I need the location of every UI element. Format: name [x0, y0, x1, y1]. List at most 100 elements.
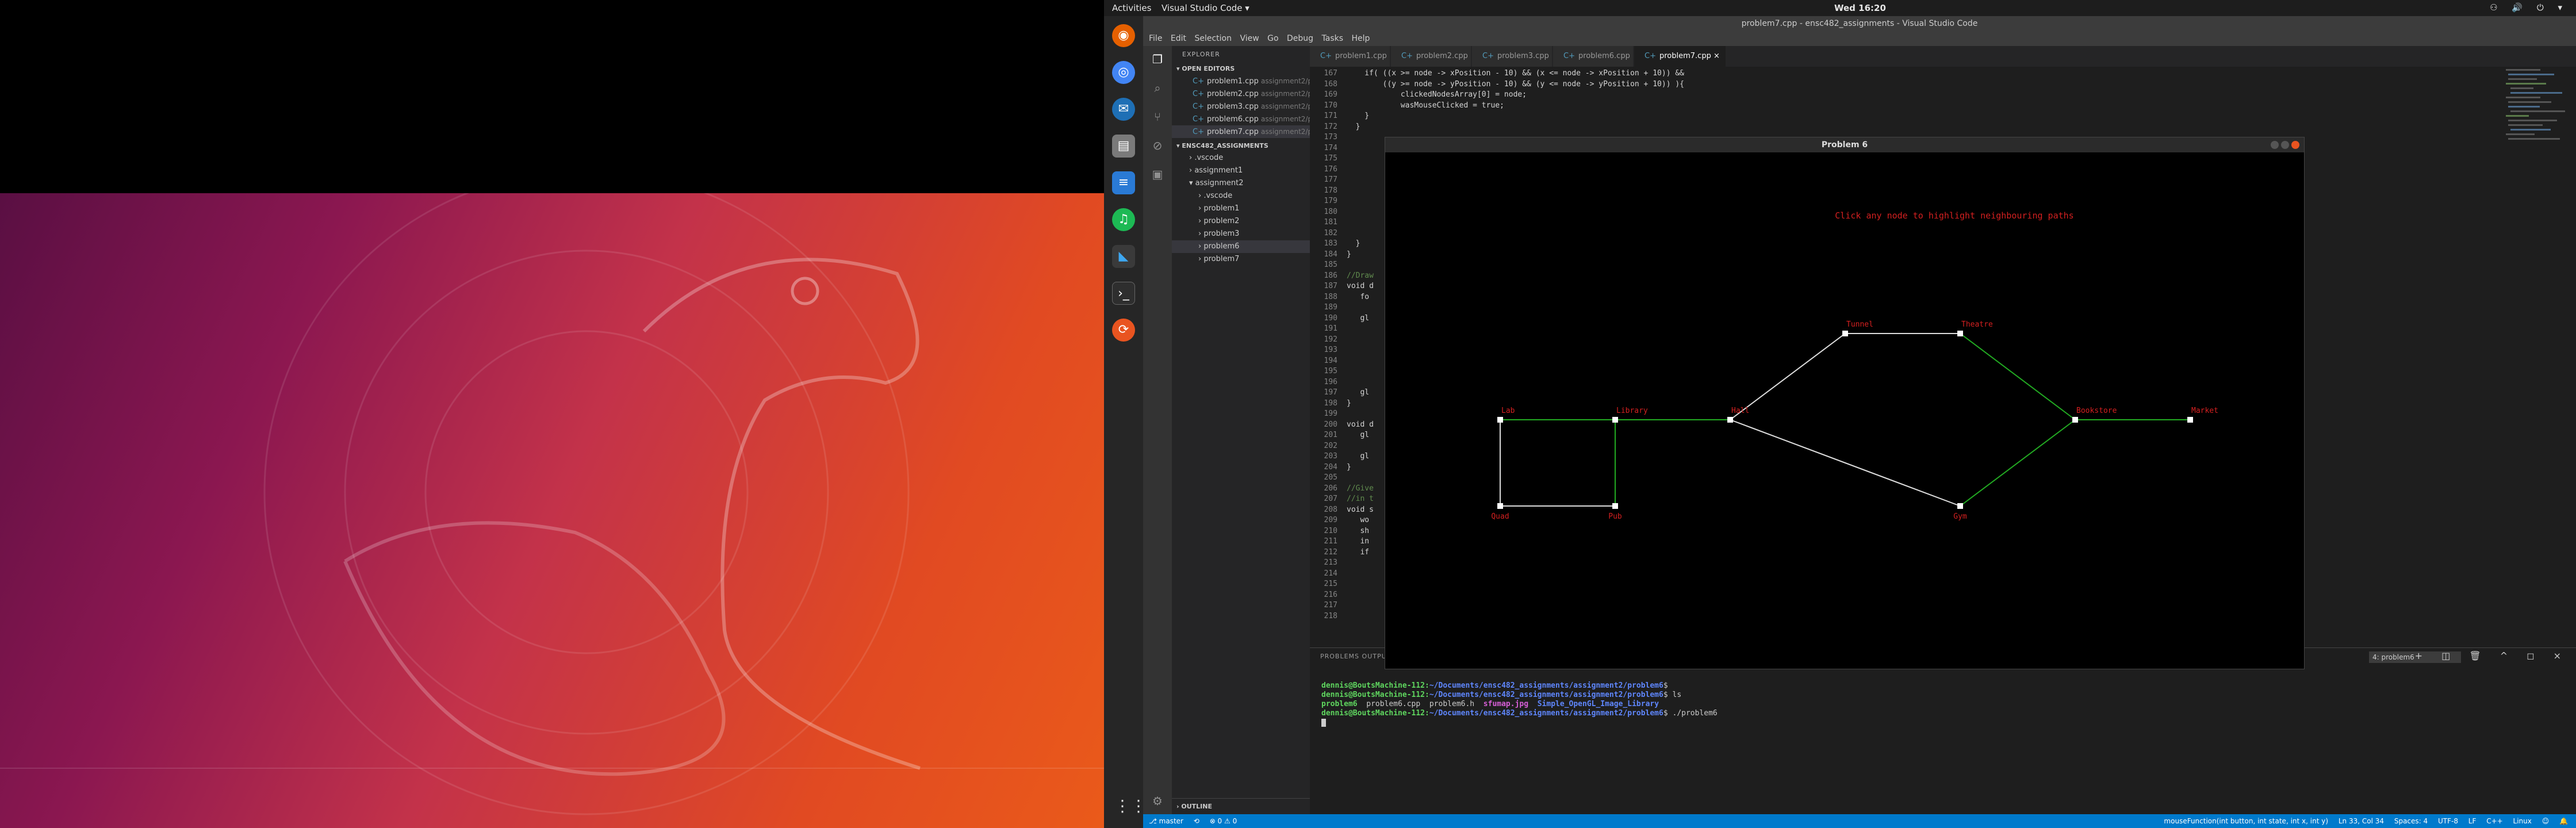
code-line: if( ((x >= node -> xPosition - 10) && (x…	[1347, 69, 1684, 78]
graph-node[interactable]	[2187, 417, 2193, 423]
cpp-file-icon: C+	[1193, 77, 1204, 86]
clock[interactable]: Wed 16:20	[1834, 3, 1886, 13]
line-number: 171	[1324, 112, 1337, 120]
function-context: mouseFunction(int button, int state, int…	[2164, 817, 2329, 825]
cpp-file-icon: C+	[1193, 90, 1204, 98]
menu-help[interactable]: Help	[1351, 34, 1370, 43]
menu-tasks[interactable]: Tasks	[1322, 34, 1344, 43]
chrome-icon[interactable]: ◎	[1112, 61, 1135, 84]
graph-node[interactable]	[1612, 503, 1618, 509]
folder-item[interactable]: › .vscode	[1172, 152, 1310, 164]
line-number: 194	[1324, 356, 1337, 365]
debug-icon[interactable]: ⊘	[1150, 138, 1165, 153]
tab-problem1[interactable]: C+ problem1.cpp	[1310, 46, 1390, 67]
graph-node[interactable]	[1612, 417, 1618, 423]
menu-debug[interactable]: Debug	[1287, 34, 1313, 43]
graph-node-label: Hall	[1731, 407, 1749, 415]
folder-item-selected[interactable]: › problem6	[1172, 240, 1310, 253]
folder-item[interactable]: › problem2	[1172, 215, 1310, 228]
indentation[interactable]: Spaces: 4	[2394, 817, 2428, 825]
problems-status[interactable]: ⊗ 0 ⚠ 0	[1210, 817, 1237, 825]
tab-problem3[interactable]: C+ problem3.cpp	[1472, 46, 1552, 67]
minimap[interactable]	[2500, 67, 2576, 647]
panel-tabs[interactable]: PROBLEMS OUTPUT	[1320, 653, 1391, 660]
open-editor-item[interactable]: C+problem6.cpp assignment2/pro...	[1172, 113, 1310, 125]
panel-action-icons[interactable]: + ◫ 🗑 ^ ◻ ×	[2415, 650, 2569, 661]
system-tray[interactable]: ⚇ 🔊 ⏻ ▾	[2490, 2, 2568, 13]
line-number: 190	[1324, 313, 1337, 323]
line-number: 175	[1324, 154, 1337, 163]
source-control-icon[interactable]: ⑂	[1150, 109, 1165, 124]
folder-item[interactable]: › problem1	[1172, 202, 1310, 215]
search-icon[interactable]: ⌕	[1150, 80, 1165, 95]
files-icon[interactable]: ▤	[1112, 135, 1135, 158]
folder-item[interactable]: › assignment1	[1172, 164, 1310, 177]
graph-node[interactable]	[1957, 331, 1963, 336]
line-ending[interactable]: LF	[2468, 817, 2477, 825]
extensions-icon[interactable]: ▣	[1150, 167, 1165, 182]
graph-node[interactable]	[1957, 503, 1963, 509]
line-number: 181	[1324, 218, 1337, 227]
menu-file[interactable]: File	[1149, 34, 1162, 43]
explorer-icon[interactable]: ❐	[1150, 52, 1165, 67]
menu-selection[interactable]: Selection	[1194, 34, 1232, 43]
problem6-title: Problem 6	[1385, 137, 2304, 152]
graph-node[interactable]	[1842, 331, 1848, 336]
cpp-file-icon: C+	[1401, 52, 1413, 60]
notifications-icon[interactable]: 🔔	[2559, 817, 2568, 825]
open-editor-item-active[interactable]: C+problem7.cpp assignment2/pro...	[1172, 125, 1310, 138]
code-line: }	[1347, 239, 1360, 248]
vscode-icon[interactable]: ◣	[1112, 245, 1135, 268]
minimize-button[interactable]	[2271, 141, 2279, 149]
language-mode[interactable]: C++	[2486, 817, 2503, 825]
folder-item[interactable]: › problem3	[1172, 228, 1310, 240]
firefox-icon[interactable]: ◉	[1112, 24, 1135, 47]
terminal-icon[interactable]: ›_	[1112, 282, 1135, 305]
graph-node[interactable]	[1497, 503, 1503, 509]
cursor-position[interactable]: Ln 33, Col 34	[2339, 817, 2384, 825]
maximize-button[interactable]	[2281, 141, 2289, 149]
open-editor-item[interactable]: C+problem2.cpp assignment2/pro...	[1172, 87, 1310, 100]
line-number: 183	[1324, 239, 1337, 248]
graph-node-label: Pub	[1608, 512, 1622, 521]
menu-go[interactable]: Go	[1267, 34, 1278, 43]
graph-node[interactable]	[1497, 417, 1503, 423]
spotify-icon[interactable]: ♫	[1112, 208, 1135, 231]
activities-button[interactable]: Activities	[1112, 3, 1151, 13]
branch-status[interactable]: ⎇ master	[1149, 817, 1183, 825]
encoding[interactable]: UTF-8	[2438, 817, 2458, 825]
graph-node[interactable]	[1727, 417, 1733, 423]
sync-status[interactable]: ⟲	[1194, 817, 1199, 825]
writer-icon[interactable]: ≡	[1112, 171, 1135, 194]
menu-view[interactable]: View	[1240, 34, 1259, 43]
app-menu[interactable]: Visual Studio Code ▾	[1162, 3, 1249, 13]
graph-edge	[1730, 419, 1961, 507]
line-number: 202	[1324, 441, 1337, 450]
open-editor-item[interactable]: C+problem1.cpp assignment2/pro...	[1172, 75, 1310, 87]
folder-item[interactable]: › problem7	[1172, 253, 1310, 266]
folder-item[interactable]: ▾ assignment2	[1172, 177, 1310, 190]
outline-section[interactable]: › OUTLINE	[1172, 798, 1310, 814]
line-number: 218	[1324, 611, 1337, 620]
graph-canvas[interactable]: Click any node to highlight neighbouring…	[1385, 152, 2304, 669]
menu-edit[interactable]: Edit	[1171, 34, 1186, 43]
project-section[interactable]: ▾ ENSC482_ASSIGNMENTS	[1172, 140, 1310, 152]
open-editor-item[interactable]: C+problem3.cpp assignment2/pro...	[1172, 100, 1310, 113]
feedback-icon[interactable]: ☺	[2542, 817, 2550, 825]
line-number: 179	[1324, 197, 1337, 205]
tab-problem7[interactable]: C+ problem7.cpp ×	[1634, 46, 1726, 67]
software-updater-icon[interactable]: ⟳	[1112, 319, 1135, 342]
settings-gear-icon[interactable]: ⚙	[1150, 793, 1165, 808]
graph-node[interactable]	[2072, 417, 2078, 423]
ubuntu-dock: ◉ ◎ ✉ ▤ ≡ ♫ ◣ ›_ ⟳ ⋮⋮⋮	[1104, 16, 1163, 828]
folder-item[interactable]: › .vscode	[1172, 190, 1310, 202]
tab-problem2[interactable]: C+ problem2.cpp	[1391, 46, 1471, 67]
platform[interactable]: Linux	[2513, 817, 2532, 825]
terminal-output[interactable]: dennis@BoutsMachine-112:~/Documents/ensc…	[1321, 681, 1718, 727]
line-number: 188	[1324, 292, 1337, 301]
open-editors-section[interactable]: ▾ OPEN EDITORS	[1172, 63, 1310, 75]
close-button[interactable]	[2291, 141, 2299, 149]
tab-problem6[interactable]: C+ problem6.cpp	[1553, 46, 1634, 67]
line-number: 213	[1324, 558, 1337, 567]
thunderbird-icon[interactable]: ✉	[1112, 98, 1135, 121]
